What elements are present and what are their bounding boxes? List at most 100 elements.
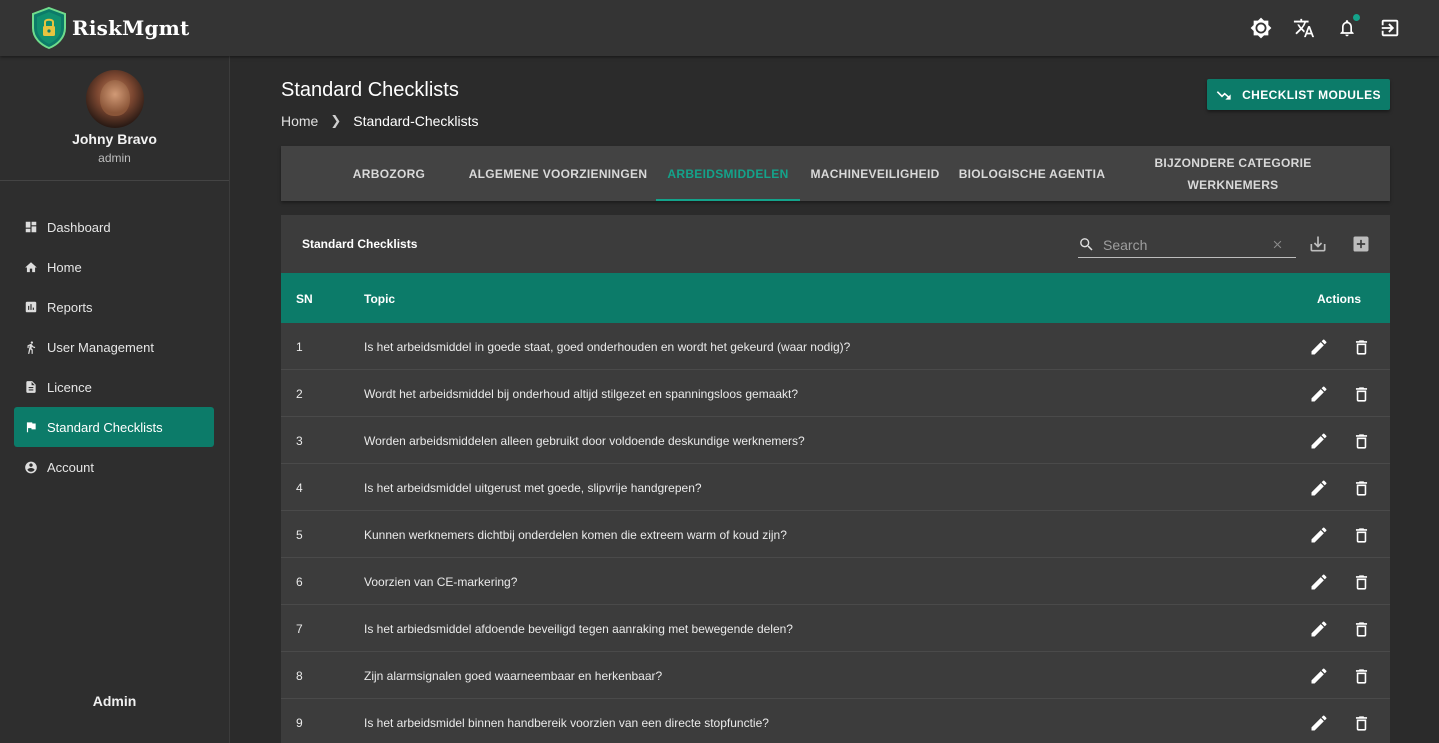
sidebar-item-licence[interactable]: Licence: [14, 367, 214, 407]
edit-button[interactable]: [1308, 571, 1330, 593]
download-icon: [1310, 236, 1326, 252]
edit-button[interactable]: [1308, 430, 1330, 452]
search-icon: [1080, 238, 1093, 251]
user-profile: Johny Bravo admin: [0, 56, 229, 181]
delete-button[interactable]: [1350, 712, 1372, 734]
row-topic: Is het arbeidsmidel binnen handbereik vo…: [364, 716, 769, 730]
delete-button[interactable]: [1350, 618, 1372, 640]
delete-button[interactable]: [1350, 571, 1372, 593]
sidebar-item-label: User Management: [47, 339, 154, 355]
column-header-sn[interactable]: SN: [296, 292, 313, 306]
table-row: 7 Is het arbiedsmiddel afdoende beveiligd…: [281, 605, 1390, 652]
breadcrumb-home-link[interactable]: Home: [281, 113, 318, 129]
column-header-topic[interactable]: Topic: [364, 292, 395, 306]
tab-biologische-agentia[interactable]: BIOLOGISCHE AGENTIA: [951, 146, 1113, 201]
table-row: 3 Worden arbeidsmiddelen alleen gebruikt …: [281, 417, 1390, 464]
checklist-modules-label: CHECKLIST MODULES: [1242, 87, 1381, 102]
delete-button[interactable]: [1350, 336, 1372, 358]
row-topic: Voorzien van CE-markering?: [364, 575, 518, 589]
search-input[interactable]: [1103, 236, 1263, 253]
row-sn: 9: [296, 716, 303, 730]
theme-toggle-button[interactable]: [1239, 14, 1282, 42]
sidebar-item-label: Licence: [47, 379, 92, 395]
edit-button[interactable]: [1308, 383, 1330, 405]
edit-icon: [1309, 572, 1329, 592]
dashboard-icon: [24, 220, 38, 234]
add-box-icon: [1353, 236, 1369, 252]
row-sn: 2: [296, 387, 303, 401]
table-body: 1 Is het arbeidsmiddel in goede staat, go…: [281, 323, 1390, 743]
user-management-icon: [24, 340, 38, 354]
chevron-right-icon: ❯: [330, 113, 342, 128]
row-sn: 3: [296, 434, 303, 448]
tab-label: BIJZONDERE CATEGORIE WERKNEMERS: [1154, 155, 1312, 192]
tab-arbozorg[interactable]: ARBOZORG: [331, 146, 447, 201]
row-topic: Worden arbeidsmiddelen alleen gebruikt d…: [364, 434, 805, 448]
category-tabs: ARBOZORG ALGEMENE VOORZIENINGEN ARBEIDSM…: [281, 146, 1390, 201]
delete-button[interactable]: [1350, 477, 1372, 499]
sidebar: Johny Bravo admin Dashboard Home Reports…: [0, 56, 230, 743]
table-row: 5 Kunnen werknemers dichtbij onderdelen k…: [281, 511, 1390, 558]
tab-arbeidsmiddelen[interactable]: ARBEIDSMIDDELEN: [656, 146, 800, 201]
avatar[interactable]: [85, 70, 144, 128]
edit-icon: [1309, 525, 1329, 545]
checklist-modules-button[interactable]: CHECKLIST MODULES: [1207, 79, 1390, 110]
edit-button[interactable]: [1308, 336, 1330, 358]
sidebar-item-dashboard[interactable]: Dashboard: [14, 207, 214, 247]
sidebar-nav: Dashboard Home Reports User Management L…: [0, 181, 229, 487]
sidebar-item-user-management[interactable]: User Management: [14, 327, 214, 367]
table-row: 6 Voorzien van CE-markering?: [281, 558, 1390, 605]
checklist-table-card: Standard Checklists SN Topic Actions 1 Is…: [281, 215, 1390, 743]
row-topic: Is het arbiedsmiddel afdoende beveiligd …: [364, 622, 793, 636]
sidebar-item-reports[interactable]: Reports: [14, 287, 214, 327]
tab-bijzondere-categorie-werknemers[interactable]: BIJZONDERE CATEGORIE WERKNEMERS: [1139, 146, 1327, 201]
row-sn: 6: [296, 575, 303, 589]
tab-label: MACHINEVEILIGHEID: [810, 166, 940, 181]
sidebar-item-home[interactable]: Home: [14, 247, 214, 287]
row-sn: 7: [296, 622, 303, 636]
tab-label: ALGEMENE VOORZIENINGEN: [468, 166, 648, 181]
tab-machineveiligheid[interactable]: MACHINEVEILIGHEID: [803, 146, 947, 201]
licence-icon: [24, 380, 38, 394]
download-button[interactable]: [1307, 233, 1329, 255]
delete-icon: [1352, 667, 1371, 686]
breadcrumb: Home ❯ Standard-Checklists: [281, 113, 479, 129]
edit-button[interactable]: [1308, 618, 1330, 640]
flag-icon: [24, 420, 38, 434]
row-sn: 5: [296, 528, 303, 542]
sidebar-item-account[interactable]: Account: [14, 447, 214, 487]
row-topic: Is het arbeidsmiddel in goede staat, goe…: [364, 340, 851, 354]
sidebar-item-standard-checklists[interactable]: Standard Checklists: [14, 407, 214, 447]
tab-algemene-voorzieningen[interactable]: ALGEMENE VOORZIENINGEN: [459, 146, 657, 201]
edit-icon: [1309, 337, 1329, 357]
sidebar-item-label: Standard Checklists: [47, 419, 163, 435]
edit-button[interactable]: [1308, 665, 1330, 687]
notifications-icon: [1339, 20, 1354, 37]
delete-button[interactable]: [1350, 383, 1372, 405]
edit-button[interactable]: [1308, 524, 1330, 546]
notifications-button[interactable]: [1325, 14, 1368, 42]
user-name: Johny Bravo: [72, 131, 157, 147]
row-topic: Zijn alarmsignalen goed waarneembaar en …: [364, 669, 663, 683]
sidebar-item-label: Account: [47, 459, 94, 475]
app-logo[interactable]: RiskMgmt: [30, 5, 189, 51]
delete-icon: [1352, 526, 1371, 545]
edit-button[interactable]: [1308, 712, 1330, 734]
breadcrumb-current: Standard-Checklists: [353, 113, 479, 129]
home-icon: [24, 260, 38, 274]
edit-icon: [1309, 666, 1329, 686]
logout-button[interactable]: [1368, 14, 1411, 42]
delete-button[interactable]: [1350, 430, 1372, 452]
edit-icon: [1309, 431, 1329, 451]
delete-icon: [1352, 714, 1371, 733]
translate-button[interactable]: [1282, 14, 1325, 42]
delete-button[interactable]: [1350, 524, 1372, 546]
edit-button[interactable]: [1308, 477, 1330, 499]
delete-button[interactable]: [1350, 665, 1372, 687]
table-toolbar: Standard Checklists: [281, 215, 1390, 273]
add-checklist-button[interactable]: [1350, 233, 1372, 255]
logout-icon: [1381, 19, 1398, 37]
clear-search-icon[interactable]: [1271, 238, 1284, 251]
tab-label: ARBEIDSMIDDELEN: [667, 166, 789, 181]
translate-icon: [1293, 18, 1314, 38]
